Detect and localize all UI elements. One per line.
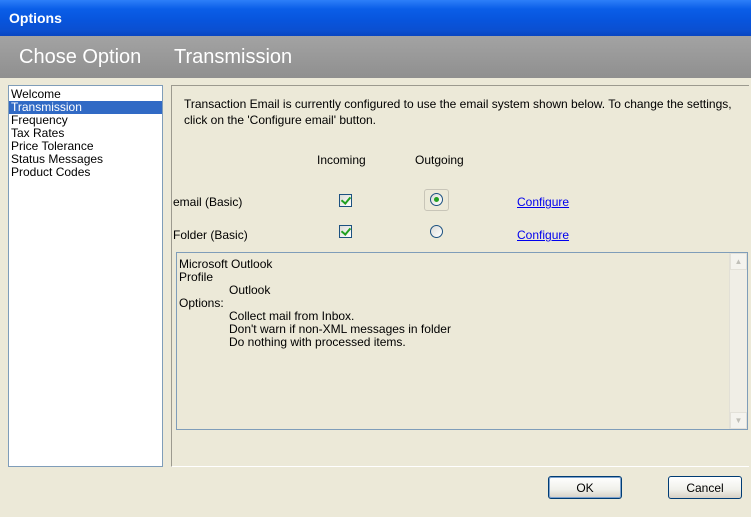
email-basic-label: email (Basic)	[173, 195, 243, 209]
folder-basic-label: Folder (Basic)	[173, 228, 248, 242]
configuration-details-box[interactable]: Microsoft Outlook Profile Outlook Option…	[176, 252, 748, 430]
folder-configure-link[interactable]: Configure	[517, 228, 569, 242]
transmission-panel: Transaction Email is currently configure…	[171, 85, 749, 467]
ok-button[interactable]: OK	[548, 476, 622, 499]
scroll-up-icon[interactable]: ▲	[730, 253, 747, 270]
cancel-button[interactable]: Cancel	[668, 476, 742, 499]
title-bar[interactable]: Options	[0, 0, 751, 36]
configuration-details-text: Microsoft Outlook Profile Outlook Option…	[179, 258, 451, 349]
email-outgoing-radio[interactable]	[430, 193, 443, 206]
header-left-title: Chose Option	[19, 46, 142, 68]
email-configure-link[interactable]: Configure	[517, 195, 569, 209]
info-line-profile-label: Profile	[179, 270, 214, 284]
scroll-down-icon[interactable]: ▼	[730, 412, 747, 429]
info-line-option-3: Do nothing with processed items.	[229, 335, 406, 349]
header-right-title: Transmission	[174, 46, 293, 68]
options-window: Options Chose Option Transmission Welcom…	[0, 0, 751, 517]
description-text: Transaction Email is currently configure…	[184, 97, 732, 127]
sidebar-item-product-codes[interactable]: Product Codes	[9, 166, 162, 179]
folder-incoming-checkbox[interactable]	[339, 225, 352, 238]
vertical-scrollbar[interactable]: ▲ ▼	[729, 253, 747, 429]
window-title: Options	[9, 10, 62, 26]
email-incoming-checkbox[interactable]	[339, 194, 352, 207]
folder-outgoing-radio-wrap	[424, 221, 449, 243]
folder-outgoing-radio[interactable]	[430, 225, 443, 238]
incoming-column-header: Incoming	[317, 153, 366, 167]
options-header: Chose Option Transmission	[0, 36, 751, 78]
info-line-provider: Microsoft Outlook	[179, 257, 273, 271]
email-outgoing-radio-focus	[424, 189, 449, 211]
option-list[interactable]: Welcome Transmission Frequency Tax Rates…	[8, 85, 163, 467]
outgoing-column-header: Outgoing	[415, 153, 464, 167]
